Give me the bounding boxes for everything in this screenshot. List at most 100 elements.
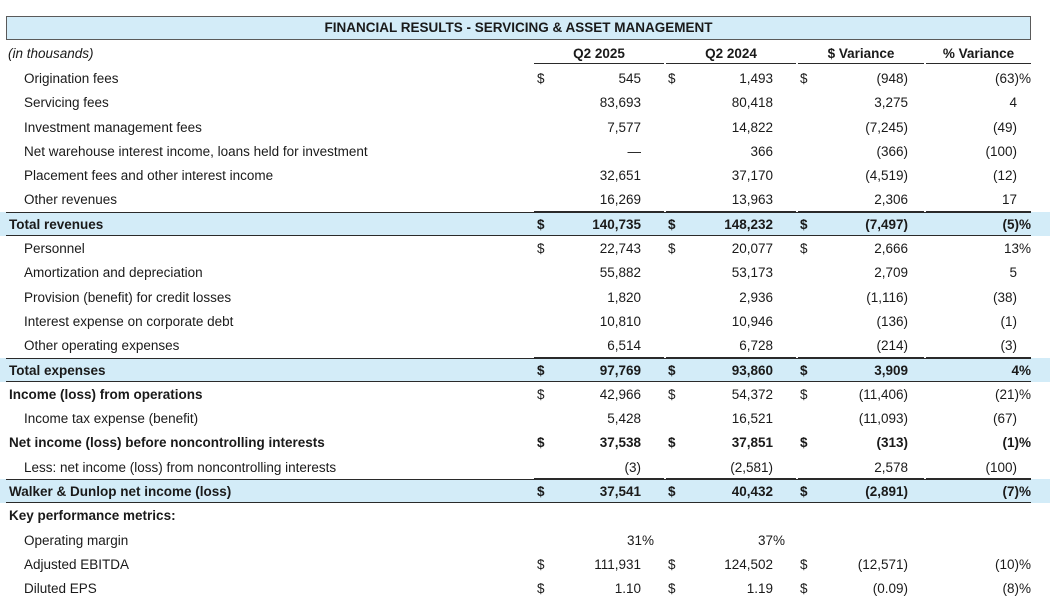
row-label: Total expenses bbox=[9, 362, 106, 378]
row-label: Walker & Dunlop net income (loss) bbox=[9, 484, 232, 500]
value-q2-2025: 22,743 bbox=[599, 241, 641, 257]
column-header-percent-variance: % Variance bbox=[942, 46, 1015, 61]
value-percent-variance: (5)% bbox=[1002, 216, 1031, 232]
value-q2-2024: 1.19 bbox=[746, 581, 773, 597]
row-label: Origination fees bbox=[24, 71, 119, 86]
currency-symbol: $ bbox=[537, 362, 545, 378]
row-label: Operating margin bbox=[24, 532, 129, 548]
value-percent-variance: (38) bbox=[992, 289, 1017, 305]
value-q2-2024: 14,822 bbox=[731, 119, 773, 135]
value-q2-2024: 1,493 bbox=[739, 71, 773, 86]
value-q2-2025: 1,820 bbox=[607, 289, 641, 305]
row-label: Placement fees and other interest income bbox=[24, 168, 274, 184]
value-dollar-variance: (1,116) bbox=[866, 289, 908, 305]
column-header-underline bbox=[534, 63, 664, 64]
value-percent-variance: (100) bbox=[985, 459, 1017, 475]
value-dollar-variance: (4,519) bbox=[865, 168, 908, 184]
currency-symbol: $ bbox=[800, 216, 808, 232]
row-label: Less: net income (loss) from noncontroll… bbox=[24, 459, 337, 475]
currency-symbol: $ bbox=[800, 435, 808, 451]
value-percent-variance: (49) bbox=[992, 119, 1017, 135]
value-q2-2025: 55,882 bbox=[599, 265, 641, 281]
table-row: Investment management fees 7,577 14,822 (7,… bbox=[0, 115, 1050, 139]
value-dollar-variance: (313) bbox=[876, 435, 908, 451]
column-header-row: (in thousands) Q2 2025 Q2 2024 $ Varianc… bbox=[0, 42, 1050, 66]
value-dollar-variance: 2,709 bbox=[874, 265, 908, 281]
value-dollar-variance: 2,666 bbox=[874, 241, 908, 257]
currency-symbol: $ bbox=[668, 241, 676, 257]
value-q2-2025: 6,514 bbox=[607, 338, 641, 354]
value-percent-variance: (12) bbox=[992, 168, 1017, 184]
row-label: Key performance metrics: bbox=[9, 508, 176, 524]
row-label: Personnel bbox=[24, 241, 85, 257]
value-q2-2024: 37,851 bbox=[731, 435, 773, 451]
value-q2-2025: 32,651 bbox=[599, 168, 641, 184]
value-dollar-variance: 2,306 bbox=[874, 192, 908, 208]
currency-symbol: $ bbox=[668, 71, 676, 86]
value-q2-2024: 16,521 bbox=[731, 411, 773, 427]
value-dollar-variance: (136) bbox=[876, 313, 908, 329]
row-label: Investment management fees bbox=[24, 119, 202, 135]
currency-symbol: $ bbox=[668, 581, 676, 597]
value-q2-2024: 40,432 bbox=[731, 484, 773, 500]
value-dollar-variance: (11,093) bbox=[858, 411, 908, 427]
value-dollar-variance: (12,571) bbox=[857, 556, 908, 572]
table-row: Diluted EPS $1.10 $1.19 $ (0.09) (8)% bbox=[0, 576, 1050, 600]
column-header-q2-2024: Q2 2024 bbox=[705, 46, 757, 61]
currency-symbol: $ bbox=[537, 556, 545, 572]
currency-symbol: $ bbox=[800, 386, 808, 402]
value-percent-variance: (3) bbox=[1000, 338, 1018, 354]
value-dollar-variance: (7,245) bbox=[865, 119, 908, 135]
currency-symbol: $ bbox=[537, 581, 545, 597]
column-header-underline bbox=[798, 63, 924, 64]
table-row: Origination fees $545 $1,493 $ (948) (63)% bbox=[0, 66, 1050, 90]
row-label: Income tax expense (benefit) bbox=[24, 411, 199, 427]
table-row: Servicing fees 83,693 80,418 3,275 4 bbox=[0, 90, 1050, 114]
value-q2-2024: 10,946 bbox=[731, 313, 773, 329]
value-q2-2025: 37,541 bbox=[599, 484, 641, 500]
value-q2-2025: 140,735 bbox=[592, 216, 641, 232]
table-row: Income tax expense (benefit) 5,428 16,521 (… bbox=[0, 406, 1050, 430]
value-percent-variance: 5 bbox=[1009, 265, 1017, 281]
table-row: Key performance metrics: bbox=[0, 503, 1050, 527]
currency-symbol: $ bbox=[800, 71, 808, 86]
currency-symbol: $ bbox=[537, 71, 545, 86]
value-q2-2024: 366 bbox=[750, 143, 773, 159]
value-q2-2025: 16,269 bbox=[599, 192, 641, 208]
currency-symbol: $ bbox=[800, 362, 808, 378]
value-percent-variance: (67) bbox=[992, 411, 1017, 427]
value-q2-2024: 37% bbox=[757, 532, 785, 548]
value-percent-variance: (21)% bbox=[994, 386, 1031, 402]
table-row: Placement fees and other interest income… bbox=[0, 163, 1050, 187]
value-dollar-variance: 3,909 bbox=[874, 362, 908, 378]
row-label: Income (loss) from operations bbox=[9, 386, 203, 402]
currency-symbol: $ bbox=[668, 556, 676, 572]
row-label: Other operating expenses bbox=[24, 338, 180, 354]
value-q2-2024: (2,581) bbox=[730, 459, 773, 475]
value-q2-2025: 97,769 bbox=[599, 362, 641, 378]
table-row: Operating margin 31% 37% bbox=[0, 528, 1050, 552]
value-q2-2025: 111,931 bbox=[594, 556, 641, 572]
value-percent-variance: 4% bbox=[1011, 362, 1031, 378]
value-percent-variance: (1) bbox=[1000, 313, 1018, 329]
table-row: Adjusted EBITDA $111,931 $124,502 $ (12,571)… bbox=[0, 552, 1050, 576]
value-q2-2025: 42,966 bbox=[599, 386, 641, 402]
table-row: Interest expense on corporate debt 10,810… bbox=[0, 309, 1050, 333]
value-dollar-variance: (214) bbox=[876, 338, 908, 354]
value-dollar-variance: (11,406) bbox=[858, 386, 908, 402]
value-percent-variance: (10)% bbox=[994, 556, 1031, 572]
table-row: Personnel $22,743 $20,077 $2,666 13% bbox=[0, 236, 1050, 260]
financial-table: FINANCIAL RESULTS - SERVICING & ASSET MA… bbox=[0, 0, 1050, 611]
value-q2-2024: 20,077 bbox=[731, 241, 773, 257]
value-percent-variance: 13% bbox=[1003, 241, 1031, 257]
value-dollar-variance: (366) bbox=[876, 143, 908, 159]
table-row: Total expenses $97,769 $93,860 $3,909 4% bbox=[0, 357, 1050, 383]
value-q2-2024: 124,502 bbox=[724, 556, 773, 572]
row-label: Interest expense on corporate debt bbox=[24, 313, 234, 329]
value-q2-2025: 5,428 bbox=[607, 411, 641, 427]
table-row: Other operating expenses 6,514 6,728 (214) (… bbox=[0, 333, 1050, 358]
table-row: Walker & Dunlop net income (loss) $37,541… bbox=[0, 479, 1050, 504]
currency-symbol: $ bbox=[800, 484, 808, 500]
currency-symbol: $ bbox=[537, 484, 545, 500]
currency-symbol: $ bbox=[800, 556, 808, 572]
